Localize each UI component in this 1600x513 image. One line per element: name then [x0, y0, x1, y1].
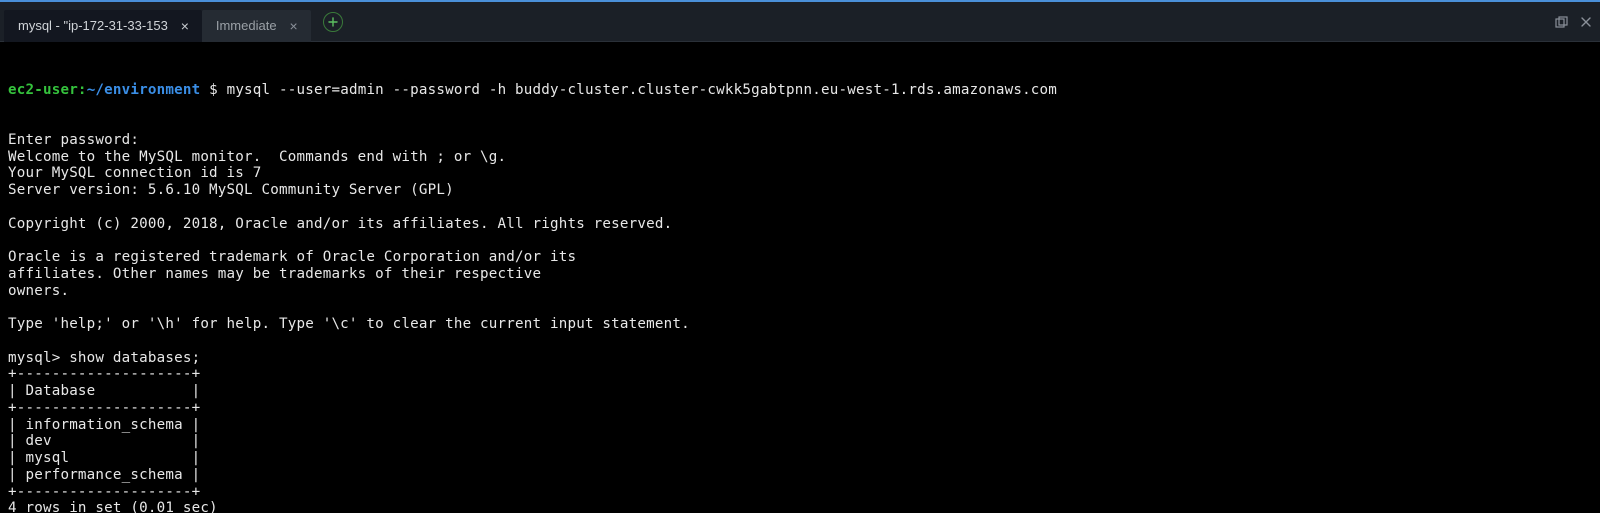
- output-line: Enter password:: [8, 132, 1592, 149]
- maximize-icon[interactable]: [1555, 16, 1568, 29]
- prompt-line: ec2-user:~/environment $ mysql --user=ad…: [8, 82, 1592, 99]
- prompt-command: mysql --user=admin --password -h buddy-c…: [227, 82, 1057, 98]
- output-line: +--------------------+: [8, 366, 1592, 383]
- output-line: [8, 299, 1592, 316]
- tab-label: Immediate: [216, 18, 277, 33]
- close-icon[interactable]: ×: [287, 19, 301, 33]
- output-line: | mysql |: [8, 450, 1592, 467]
- output-line: Type 'help;' or '\h' for help. Type '\c'…: [8, 316, 1592, 333]
- prompt-path: ~/environment: [87, 82, 201, 98]
- output-line: [8, 232, 1592, 249]
- output-line: | dev |: [8, 433, 1592, 450]
- output-line: | performance_schema |: [8, 467, 1592, 484]
- add-tab-button[interactable]: [323, 12, 343, 32]
- output-line: | Database |: [8, 383, 1592, 400]
- output-line: 4 rows in set (0.01 sec): [8, 500, 1592, 513]
- terminal-window: mysql - "ip-172-31-33-153 × Immediate × …: [0, 0, 1600, 513]
- output-line: Server version: 5.6.10 MySQL Community S…: [8, 182, 1592, 199]
- output-line: +--------------------+: [8, 484, 1592, 501]
- output-line: [8, 333, 1592, 350]
- tab-label: mysql - "ip-172-31-33-153: [18, 18, 168, 33]
- output-line: Copyright (c) 2000, 2018, Oracle and/or …: [8, 216, 1592, 233]
- terminal-body: Enter password:Welcome to the MySQL moni…: [8, 132, 1592, 513]
- close-icon[interactable]: ×: [178, 19, 192, 33]
- output-line: affiliates. Other names may be trademark…: [8, 266, 1592, 283]
- tab-mysql[interactable]: mysql - "ip-172-31-33-153 ×: [4, 10, 202, 42]
- close-window-icon[interactable]: [1580, 16, 1592, 28]
- output-line: Welcome to the MySQL monitor. Commands e…: [8, 149, 1592, 166]
- output-line: +--------------------+: [8, 400, 1592, 417]
- window-controls: [1555, 2, 1592, 42]
- output-line: | information_schema |: [8, 417, 1592, 434]
- terminal-output[interactable]: ec2-user:~/environment $ mysql --user=ad…: [0, 42, 1600, 513]
- tab-immediate[interactable]: Immediate ×: [202, 10, 311, 42]
- output-line: Oracle is a registered trademark of Orac…: [8, 249, 1592, 266]
- output-line: mysql> show databases;: [8, 350, 1592, 367]
- tab-bar: mysql - "ip-172-31-33-153 × Immediate ×: [0, 2, 1600, 42]
- prompt-symbol: $: [200, 82, 226, 98]
- output-line: [8, 199, 1592, 216]
- prompt-user: ec2-user:: [8, 82, 87, 98]
- output-line: Your MySQL connection id is 7: [8, 165, 1592, 182]
- output-line: owners.: [8, 283, 1592, 300]
